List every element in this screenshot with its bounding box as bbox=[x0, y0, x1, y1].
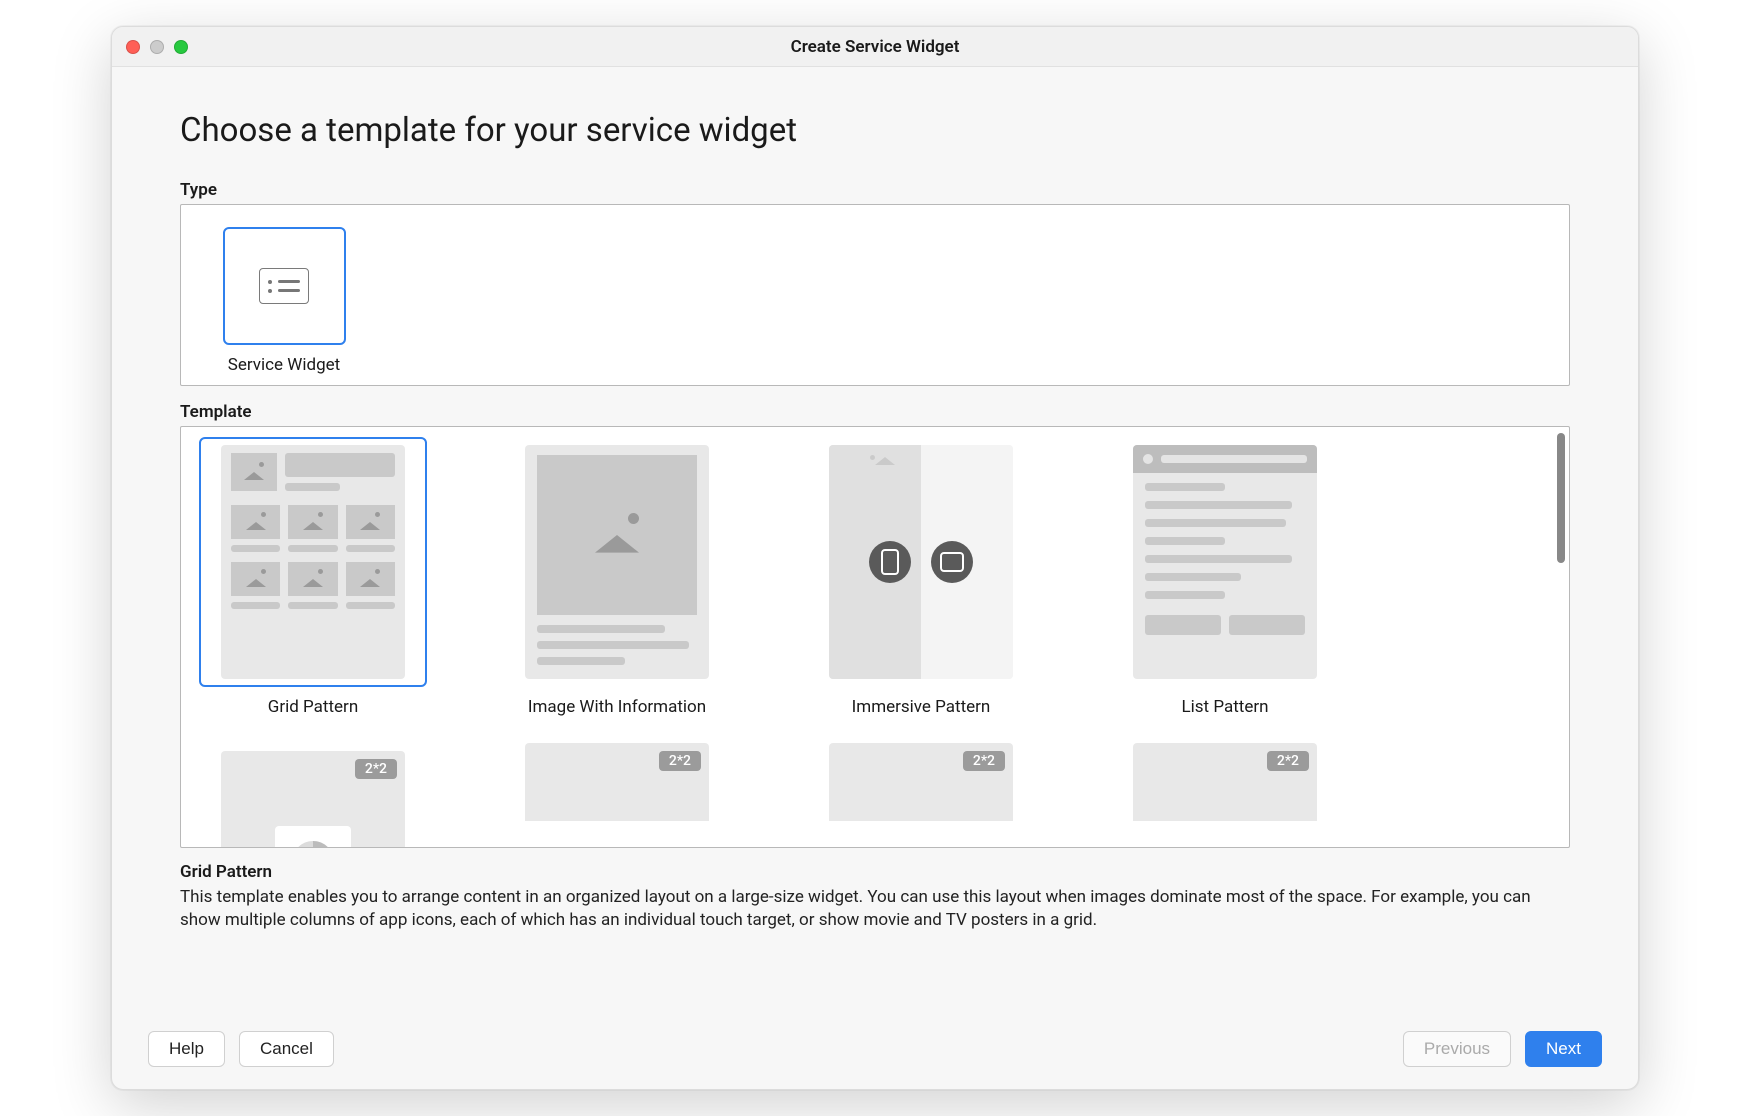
template-label: Grid Pattern bbox=[268, 697, 358, 717]
template-circular-data[interactable]: 2*2 Cir bbox=[199, 743, 427, 847]
service-widget-icon bbox=[259, 268, 309, 304]
template-image-with-information[interactable]: Image With Information bbox=[503, 437, 731, 717]
type-panel: Service Widget bbox=[180, 204, 1570, 386]
template-label: List Pattern bbox=[1181, 697, 1268, 717]
phone-icon bbox=[869, 541, 911, 583]
minimize-icon[interactable] bbox=[150, 40, 164, 54]
description-title: Grid Pattern bbox=[180, 862, 1570, 882]
size-badge: 2*2 bbox=[963, 751, 1005, 771]
size-badge: 2*2 bbox=[355, 759, 397, 779]
scrollbar[interactable] bbox=[1557, 433, 1565, 563]
type-item-service-widget[interactable]: Service Widget bbox=[209, 227, 359, 375]
template-grid-pattern[interactable]: Grid Pattern bbox=[199, 437, 427, 717]
type-card bbox=[223, 227, 346, 345]
type-item-label: Service Widget bbox=[228, 355, 340, 375]
circular-progress-icon bbox=[289, 838, 337, 847]
template-partial-1[interactable]: 2*2 bbox=[807, 743, 1035, 847]
next-button[interactable]: Next bbox=[1525, 1031, 1602, 1067]
template-label: Immersive Pattern bbox=[852, 697, 991, 717]
tablet-icon bbox=[931, 541, 973, 583]
template-grid: Grid Pattern bbox=[199, 437, 1551, 847]
fullscreen-icon[interactable] bbox=[174, 40, 188, 54]
template-panel: Grid Pattern bbox=[180, 426, 1570, 848]
dialog-window: Create Service Widget Choose a template … bbox=[111, 26, 1639, 1090]
template-section-label: Template bbox=[180, 402, 1570, 422]
window-title: Create Service Widget bbox=[791, 37, 960, 57]
template-label: Image With Information bbox=[528, 697, 706, 717]
button-bar: Help Cancel Previous Next bbox=[112, 1031, 1638, 1089]
template-partial-0[interactable]: 2*2 bbox=[503, 743, 731, 847]
template-partial-2[interactable]: 2*2 bbox=[1111, 743, 1339, 847]
previous-button: Previous bbox=[1403, 1031, 1511, 1067]
template-list-pattern[interactable]: List Pattern bbox=[1111, 437, 1339, 717]
cancel-button[interactable]: Cancel bbox=[239, 1031, 334, 1067]
size-badge: 2*2 bbox=[659, 751, 701, 771]
close-icon[interactable] bbox=[126, 40, 140, 54]
type-section-label: Type bbox=[180, 180, 1570, 200]
size-badge: 2*2 bbox=[1267, 751, 1309, 771]
window-traffic-lights bbox=[126, 40, 188, 54]
page-title: Choose a template for your service widge… bbox=[180, 111, 1570, 150]
description-body: This template enables you to arrange con… bbox=[180, 886, 1570, 932]
template-description: Grid Pattern This template enables you t… bbox=[180, 862, 1570, 932]
titlebar: Create Service Widget bbox=[112, 27, 1638, 67]
help-button[interactable]: Help bbox=[148, 1031, 225, 1067]
template-immersive-pattern[interactable]: Immersive Pattern bbox=[807, 437, 1035, 717]
